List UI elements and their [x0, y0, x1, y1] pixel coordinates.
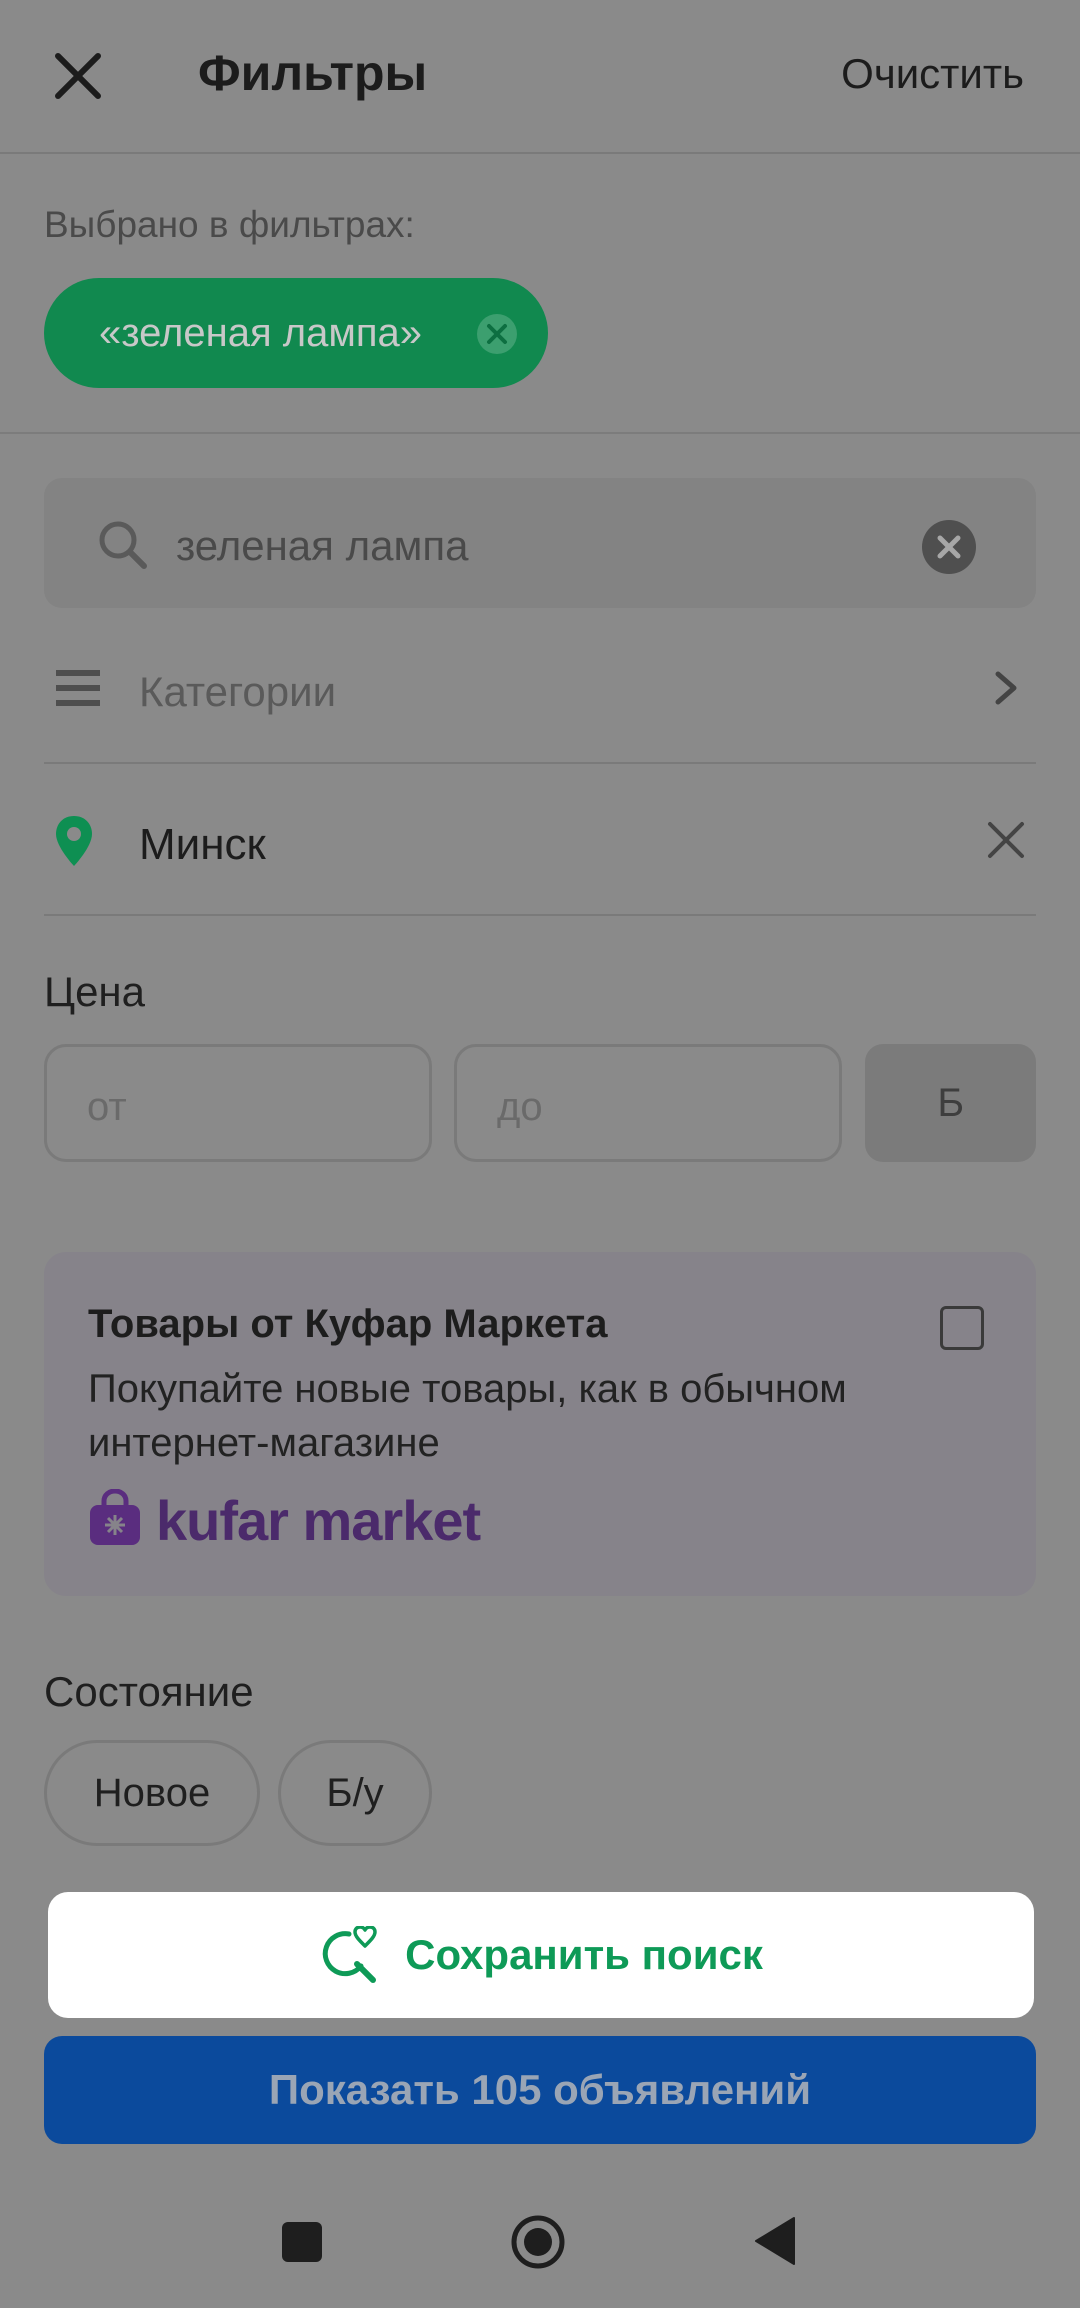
save-search-button[interactable]: Сохранить поиск: [48, 1892, 1034, 2018]
price-label: Цена: [44, 968, 145, 1015]
home-circle-icon[interactable]: [510, 2214, 566, 2270]
show-results-button[interactable]: Показать 105 объявлений: [44, 2036, 1036, 2144]
search-icon: [96, 518, 148, 570]
close-icon[interactable]: [50, 48, 106, 104]
square-icon[interactable]: [282, 2222, 322, 2262]
chevron-right-icon: [986, 668, 1026, 708]
price-to-placeholder: до: [497, 1085, 543, 1129]
selected-filter-chip[interactable]: «зеленая лампа»: [44, 278, 548, 388]
search-input[interactable]: зеленая лампа: [44, 478, 1036, 608]
condition-new-chip[interactable]: Новое: [44, 1740, 260, 1846]
location-label: Минск: [139, 820, 266, 869]
page-title: Фильтры: [198, 45, 428, 101]
hamburger-icon: [56, 666, 100, 710]
category-label: Категории: [139, 668, 337, 715]
shopping-bag-icon: [88, 1487, 142, 1552]
top-bar: Фильтры Очистить: [0, 0, 1080, 154]
market-description: Покупайте новые товары, как в обычном ин…: [88, 1367, 847, 1465]
back-triangle-icon[interactable]: [754, 2216, 796, 2266]
category-row[interactable]: Категории: [44, 640, 1036, 764]
divider: [0, 432, 1080, 434]
clear-filters-button[interactable]: Очистить: [841, 50, 1024, 98]
currency-button[interactable]: Ƃ: [865, 1044, 1036, 1162]
kufar-market-logo: kufar market: [88, 1487, 481, 1552]
show-results-label: Показать 105 объявлений: [268, 2066, 812, 2113]
kufar-market-card[interactable]: Товары от Куфар Маркета Покупайте новые …: [44, 1252, 1036, 1596]
search-value: зеленая лампа: [176, 522, 469, 569]
heart-search-icon: [319, 1925, 377, 1984]
market-logo-text: kufar market: [156, 1488, 481, 1552]
condition-label: Состояние: [44, 1668, 254, 1715]
close-icon[interactable]: [986, 820, 1026, 860]
clear-circle-icon[interactable]: [922, 520, 976, 574]
condition-used-chip[interactable]: Б/у: [278, 1740, 432, 1846]
price-from-placeholder: от: [87, 1085, 127, 1129]
selected-filter-chip-label: «зеленая лампа»: [99, 310, 422, 355]
save-search-label: Сохранить поиск: [405, 1931, 763, 1978]
market-checkbox[interactable]: [940, 1306, 984, 1350]
price-to-input[interactable]: до: [454, 1044, 842, 1162]
market-title: Товары от Куфар Маркета: [88, 1302, 608, 1346]
clear-circle-icon[interactable]: [476, 313, 518, 355]
selected-filters-label: Выбрано в фильтрах:: [44, 204, 415, 245]
location-row[interactable]: Минск: [44, 764, 1036, 916]
price-from-input[interactable]: от: [44, 1044, 432, 1162]
map-pin-icon: [54, 814, 94, 868]
